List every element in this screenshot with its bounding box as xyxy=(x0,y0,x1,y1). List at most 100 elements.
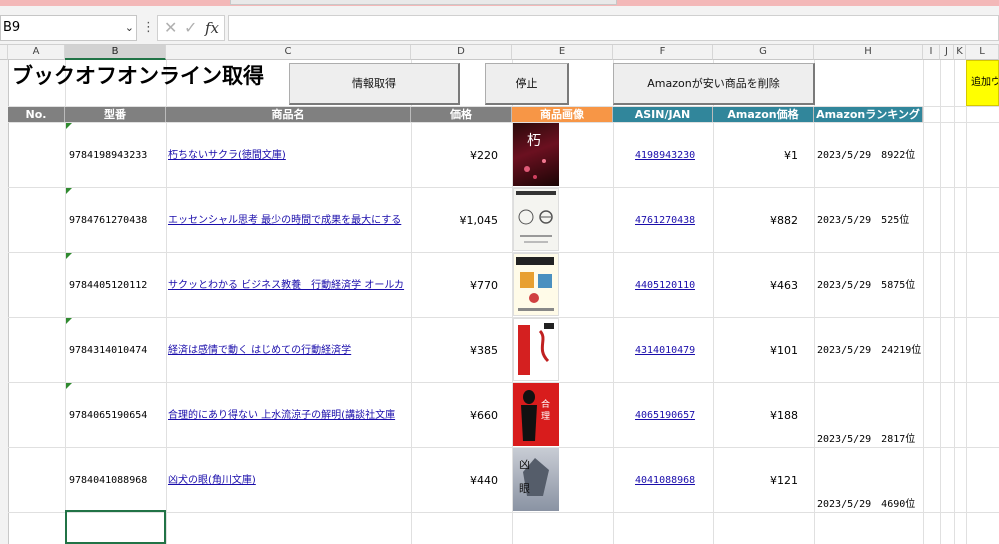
asin-link[interactable]: 4065190657 xyxy=(635,409,695,423)
product-name-link[interactable]: 合理的にあり得ない 上水流涼子の解明(講談社文庫 xyxy=(168,409,409,423)
product-name-link[interactable]: 朽ちないサクラ(徳間文庫) xyxy=(168,149,409,163)
book-cover-art: 合理 xyxy=(521,390,550,441)
delete-cheaper-amazon-button[interactable]: Amazonが安い商品を削除 xyxy=(613,63,815,105)
amazon-ranking-cell[interactable]: 2023/5/29 2817位 xyxy=(817,433,915,447)
formula-input[interactable] xyxy=(228,15,999,41)
svg-text:理: 理 xyxy=(541,411,550,422)
comment-marker xyxy=(66,383,72,389)
asin-link[interactable]: 4314010479 xyxy=(635,344,695,358)
gridline xyxy=(8,317,999,318)
column-header-a[interactable]: A xyxy=(8,45,65,60)
amazon-price-cell[interactable]: ¥882 xyxy=(715,214,798,228)
book-cover-image[interactable]: 合理 xyxy=(513,383,559,446)
product-name-link[interactable]: エッセンシャル思考 最少の時間で成果を最大にする xyxy=(168,214,409,228)
amazon-ranking-cell[interactable]: 2023/5/29 5875位 xyxy=(817,279,915,293)
asin-link[interactable]: 4405120110 xyxy=(635,279,695,293)
sheet-title: ブックオフオンライン取得 xyxy=(12,64,264,88)
model-number-cell[interactable]: 9784041088968 xyxy=(69,474,147,488)
comment-marker xyxy=(66,318,72,324)
price-cell[interactable]: ¥1,045 xyxy=(413,214,499,228)
model-number-cell[interactable]: 9784405120112 xyxy=(69,279,147,293)
header-price: 価格 xyxy=(411,107,512,122)
product-name-link[interactable]: 経済は感情で動く はじめての行動経済学 xyxy=(168,344,409,358)
column-header-h[interactable]: H xyxy=(814,45,923,60)
gridline xyxy=(954,60,955,544)
amazon-ranking-cell[interactable]: 2023/5/29 525位 xyxy=(817,214,909,228)
header-no: No. xyxy=(8,107,65,122)
column-header-l[interactable]: L xyxy=(966,45,999,60)
fetch-info-button[interactable]: 情報取得 xyxy=(289,63,460,105)
additional-button[interactable]: 追加ウ xyxy=(966,60,999,106)
book-cover-image[interactable] xyxy=(513,318,559,381)
model-number-cell[interactable]: 9784198943233 xyxy=(69,149,147,163)
model-number-cell[interactable]: 9784761270438 xyxy=(69,214,147,228)
column-header-f[interactable]: F xyxy=(613,45,713,60)
header-amazon-ranking: Amazonランキング xyxy=(814,107,923,122)
amazon-ranking-cell[interactable]: 2023/5/29 8922位 xyxy=(817,149,915,163)
column-header-i[interactable]: I xyxy=(923,45,940,60)
active-cell-b9[interactable] xyxy=(65,510,166,544)
gridline xyxy=(411,60,412,544)
book-cover-image[interactable]: 朽 xyxy=(513,123,559,186)
select-all-corner[interactable] xyxy=(0,45,8,60)
amazon-ranking-cell[interactable]: 2023/5/29 4690位 xyxy=(817,498,915,512)
price-cell[interactable]: ¥220 xyxy=(413,149,498,163)
gridline xyxy=(65,60,66,544)
column-header-k[interactable]: K xyxy=(954,45,966,60)
book-cover-art xyxy=(518,323,554,375)
model-number-cell[interactable]: 9784065190654 xyxy=(69,409,147,423)
book-cover-image[interactable]: 凶眼 xyxy=(513,448,559,511)
gridline xyxy=(8,252,999,253)
gridline xyxy=(713,60,714,544)
product-name-link[interactable]: サクッとわかる ビジネス教養 行動経済学 オールカ xyxy=(168,279,409,293)
price-cell[interactable]: ¥440 xyxy=(413,474,498,488)
book-cover-image[interactable] xyxy=(513,253,559,316)
column-header-j[interactable]: J xyxy=(940,45,954,60)
amazon-price-cell[interactable]: ¥188 xyxy=(715,409,798,423)
comment-marker xyxy=(66,123,72,129)
amazon-price-cell[interactable]: ¥463 xyxy=(715,279,798,293)
column-header-d[interactable]: D xyxy=(411,45,512,60)
stop-button[interactable]: 停止 xyxy=(485,63,569,105)
gridline xyxy=(8,382,999,383)
gridline xyxy=(166,60,167,544)
header-amazon-price: Amazon価格 xyxy=(713,107,814,122)
column-header-e[interactable]: E xyxy=(512,45,613,60)
asin-link[interactable]: 4761270438 xyxy=(635,214,695,228)
product-name-link[interactable]: 凶犬の眼(角川文庫) xyxy=(168,474,409,488)
chevron-down-icon[interactable]: ⌄ xyxy=(125,16,134,40)
asin-link[interactable]: 4198943230 xyxy=(635,149,695,163)
amazon-price-cell[interactable]: ¥1 xyxy=(715,149,798,163)
header-asin-jan: ASIN/JAN xyxy=(613,107,713,122)
gridline xyxy=(814,60,815,544)
header-model-number: 型番 xyxy=(65,107,166,122)
price-cell[interactable]: ¥660 xyxy=(413,409,498,423)
amazon-ranking-cell[interactable]: 2023/5/29 24219位 xyxy=(817,344,921,358)
name-box-value: B9 xyxy=(3,20,21,35)
comment-marker xyxy=(66,188,72,194)
formula-bar: B9 ⌄ ⋮ ✕ ✓ fx xyxy=(0,6,999,45)
gridline xyxy=(8,447,999,448)
svg-text:眼: 眼 xyxy=(519,482,530,495)
more-options-icon[interactable]: ⋮ xyxy=(142,20,155,35)
price-cell[interactable]: ¥385 xyxy=(413,344,498,358)
name-box[interactable]: B9 ⌄ xyxy=(0,15,137,41)
asin-link[interactable]: 4041088968 xyxy=(635,474,695,488)
book-cover-image[interactable] xyxy=(513,188,559,251)
row-header-strip[interactable] xyxy=(0,60,9,544)
amazon-price-cell[interactable]: ¥121 xyxy=(715,474,798,488)
gridline xyxy=(8,187,999,188)
gridline xyxy=(923,60,924,544)
amazon-price-cell[interactable]: ¥101 xyxy=(715,344,798,358)
price-cell[interactable]: ¥770 xyxy=(413,279,498,293)
model-number-cell[interactable]: 9784314010474 xyxy=(69,344,147,358)
column-header-b[interactable]: B xyxy=(65,45,166,60)
function-icon[interactable]: fx xyxy=(205,19,219,37)
comment-marker xyxy=(66,253,72,259)
column-header-g[interactable]: G xyxy=(713,45,814,60)
cancel-icon[interactable]: ✕ xyxy=(164,18,177,37)
book-cover-art: 朽 xyxy=(524,133,546,179)
check-icon[interactable]: ✓ xyxy=(184,18,197,37)
book-cover-art xyxy=(516,191,556,243)
column-header-c[interactable]: C xyxy=(166,45,411,60)
